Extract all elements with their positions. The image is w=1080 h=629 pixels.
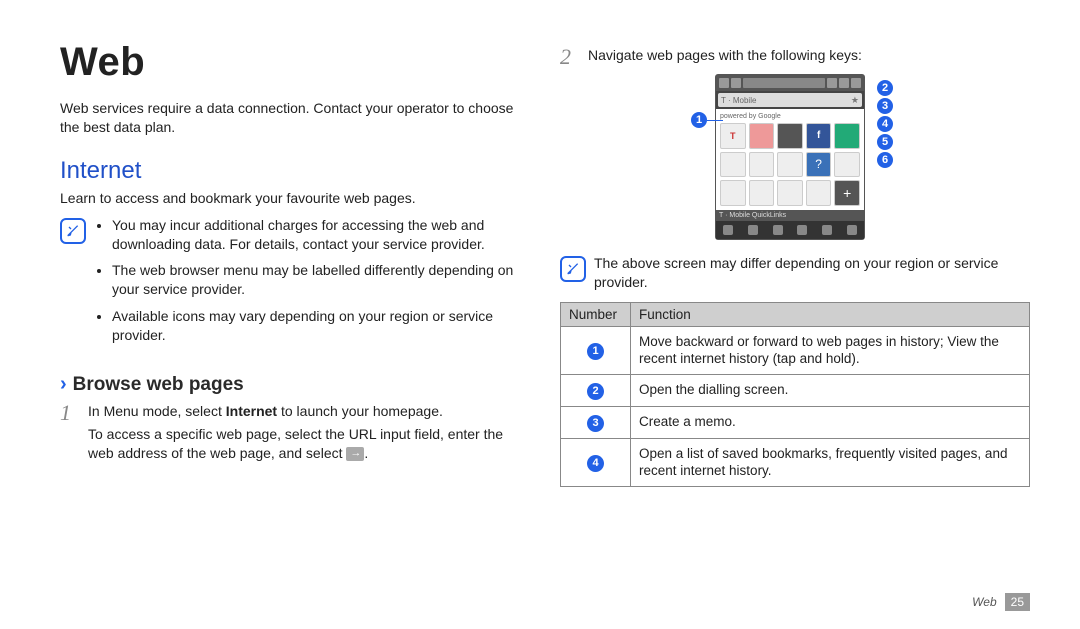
nav-icon	[773, 225, 783, 235]
callout-2: 2	[877, 80, 893, 96]
table-row: 3 Create a memo.	[561, 406, 1030, 438]
table-row: 1 Move backward or forward to web pages …	[561, 326, 1030, 374]
step1-text-a: In Menu mode, select	[88, 403, 226, 419]
title-area	[743, 78, 825, 88]
right-column: 2 Navigate web pages with the following …	[560, 40, 1030, 487]
address-bar: T · Mobile ★	[718, 93, 862, 107]
grid-cell	[777, 123, 803, 149]
page-footer: Web 25	[972, 593, 1030, 611]
callout-1: 1	[691, 112, 707, 128]
grid-cell	[720, 180, 746, 206]
step1-text-b: to launch your homepage.	[277, 403, 443, 419]
row-function: Move backward or forward to web pages in…	[631, 326, 1030, 374]
chapter-title: Web	[60, 40, 530, 85]
grid-cell	[749, 152, 775, 178]
portal-body: powered by Google T f ?	[716, 109, 864, 221]
step1-line2: To access a specific web page, select th…	[88, 426, 503, 461]
nav-icon	[797, 225, 807, 235]
grid-cell: T	[720, 123, 746, 149]
step-1: 1 In Menu mode, select Internet to launc…	[60, 402, 530, 463]
callout-6: 6	[877, 152, 893, 168]
grid-cell	[749, 123, 775, 149]
dial-icon	[827, 78, 837, 88]
footer-page-number: 25	[1005, 593, 1030, 611]
portal-brand: powered by Google	[720, 113, 860, 120]
grid-cell: f	[806, 123, 832, 149]
note-list: You may incur additional charges for acc…	[112, 216, 530, 353]
phone-topbar	[716, 75, 864, 91]
grid-cell	[834, 152, 860, 178]
row-number-badge: 3	[587, 415, 604, 432]
note-icon	[560, 256, 586, 282]
section-subtext: Learn to access and bookmark your favour…	[60, 189, 530, 208]
back-icon	[719, 78, 729, 88]
step-number: 1	[60, 402, 80, 424]
go-arrow-icon	[346, 447, 364, 461]
row-function: Open the dialling screen.	[631, 374, 1030, 406]
step-body: In Menu mode, select Internet to launch …	[88, 402, 530, 463]
subsection-title-text: Browse web pages	[73, 374, 244, 396]
table-row: 2 Open the dialling screen.	[561, 374, 1030, 406]
section-heading-internet: Internet	[60, 157, 530, 185]
grid-cell: ?	[806, 152, 832, 178]
row-number-badge: 2	[587, 383, 604, 400]
row-number-badge: 1	[587, 343, 604, 360]
callout-5: 5	[877, 134, 893, 150]
star-icon: ★	[848, 95, 862, 106]
chevron-right-icon: ›	[60, 373, 67, 396]
note-block: You may incur additional charges for acc…	[60, 216, 530, 353]
row-function: Open a list of saved bookmarks, frequent…	[631, 438, 1030, 486]
row-number-badge: 4	[587, 455, 604, 472]
th-number: Number	[561, 302, 631, 326]
subsection-title: › Browse web pages	[60, 373, 530, 396]
row-function: Create a memo.	[631, 406, 1030, 438]
phone-bottombar	[716, 221, 864, 239]
grid-cell	[720, 152, 746, 178]
step1-line2-end: .	[364, 445, 368, 461]
phone-illustration: 1 2 3 4 5 6 T · Mobile ★	[685, 74, 905, 240]
grid-cell	[834, 123, 860, 149]
note-text: The above screen may differ depending on…	[594, 254, 1030, 292]
note-item: The web browser menu may be labelled dif…	[112, 261, 530, 299]
grid-cell: +	[834, 180, 860, 206]
step2-text: Navigate web pages with the following ke…	[588, 46, 862, 65]
function-table: Number Function 1 Move backward or forwa…	[560, 302, 1030, 487]
note-block-right: The above screen may differ depending on…	[560, 254, 1030, 292]
grid-cell	[749, 180, 775, 206]
page-spread: Web Web services require a data connecti…	[0, 0, 1080, 507]
forward-icon	[731, 78, 741, 88]
app-grid: T f ? +	[720, 123, 860, 206]
note-icon	[60, 218, 86, 244]
footer-section: Web	[972, 595, 996, 609]
address-text: T · Mobile	[718, 96, 759, 105]
grid-cell	[777, 180, 803, 206]
note-item: Available icons may vary depending on yo…	[112, 307, 530, 345]
bookmarks-icon	[851, 78, 861, 88]
left-column: Web Web services require a data connecti…	[60, 40, 530, 487]
nav-icon	[847, 225, 857, 235]
step-2: 2 Navigate web pages with the following …	[560, 46, 1030, 68]
nav-icon	[723, 225, 733, 235]
note-item: You may incur additional charges for acc…	[112, 216, 530, 254]
step-number: 2	[560, 46, 580, 68]
memo-icon	[839, 78, 849, 88]
phone-mock: T · Mobile ★ powered by Google T f ?	[715, 74, 865, 240]
intro-text: Web services require a data connection. …	[60, 99, 530, 137]
lead-line	[707, 120, 723, 121]
step1-text-bold: Internet	[226, 403, 277, 419]
callout-4: 4	[877, 116, 893, 132]
th-function: Function	[631, 302, 1030, 326]
grid-cell	[806, 180, 832, 206]
grid-cell	[777, 152, 803, 178]
subsection-browse: › Browse web pages 1 In Menu mode, selec…	[60, 373, 530, 463]
nav-icon	[748, 225, 758, 235]
table-row: 4 Open a list of saved bookmarks, freque…	[561, 438, 1030, 486]
nav-icon	[822, 225, 832, 235]
portal-bar: T · Mobile QuickLinks	[716, 210, 864, 221]
callout-3: 3	[877, 98, 893, 114]
